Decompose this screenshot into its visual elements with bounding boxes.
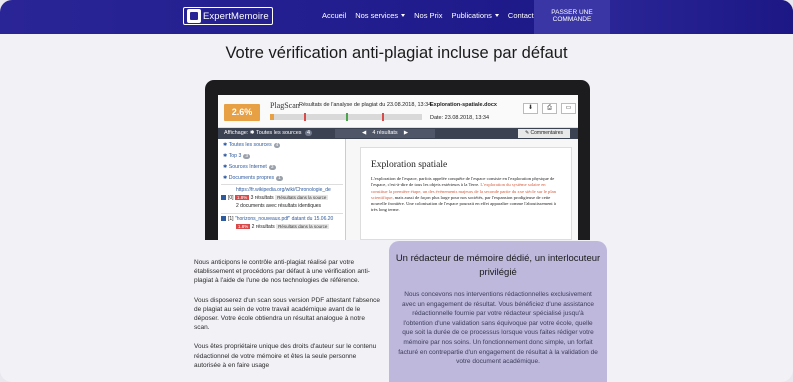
nav-contact[interactable]: Contact [508,11,534,20]
nav-publications[interactable]: Publications [451,11,499,20]
nav-services[interactable]: Nos services [355,11,406,20]
filter-value: Toutes les sources [255,130,302,136]
prev-icon[interactable]: ◀ [362,130,366,136]
top-navbar: ExpertMemoire Accueil Nos services Nos P… [0,0,793,34]
logo-text: ExpertMemoire [203,10,269,22]
plagscan-screenshot: 2.6% PlagScan Résultats de l'analyse de … [218,95,578,240]
result-row[interactable]: 1.8% 2 résultats Résultats dans la sourc… [236,224,330,230]
score-bar-fill [270,114,274,120]
result-link[interactable]: https://fr.wikipedia.org/wiki/Chronologi… [236,187,331,193]
result-extra: 2 documents avec résultats identiques [236,203,321,209]
source-own-docs[interactable]: ✱ Documents propres 1 [223,175,283,181]
display-icon[interactable]: ▭ [561,103,576,114]
source-label: Top 3 [228,153,242,159]
order-button[interactable]: PASSER UNE COMMANDE [534,0,610,34]
results-pager[interactable]: ◀ 4 résultats ▶ [335,129,435,138]
filter-count: 4 [305,130,313,136]
result-percent: 1.8% [236,224,251,229]
result-matches: 3 résultats [250,195,274,201]
page-frame: ExpertMemoire Accueil Nos services Nos P… [0,0,793,382]
source-count: 1 [276,176,283,181]
dedicated-writer-card: Un rédacteur de mémoire dédié, un interl… [389,241,607,382]
site-logo[interactable]: ExpertMemoire [183,7,273,25]
filter-prefix: Affichage: [224,130,249,136]
paragraph: Vous disposerez d'un scan sous version P… [194,296,381,332]
source-count: 3 [268,165,276,170]
document-date: Date: 23.08.2018, 13:34 [430,115,490,121]
result-link[interactable]: "horizons_nouveaux.pdf" datant du 15.06.… [235,216,333,222]
result-row[interactable]: [0] 1.8% 3 résultats Résultats dans la s… [221,195,329,201]
main-nav: Accueil Nos services Nos Prix Publicatio… [322,11,534,20]
checkbox[interactable] [221,195,226,201]
document-title: Exploration spatiale [371,160,448,170]
divider [221,184,343,185]
source-count: 3 [243,154,251,159]
paragraph: Vous êtes propriétaire unique des droits… [194,343,377,369]
document-text: , mais aussi de façon plus large pour no… [371,194,556,213]
download-icon[interactable]: ⬇ [523,103,538,114]
filter-label[interactable]: Affichage: ✱ Toutes les sources 4 [224,130,313,136]
bar-marker [382,113,384,121]
sources-panel: ✱ Toutes les sources 4 ✱ Top 33 ✱ Sources… [218,139,346,240]
nav-label: Contact [507,11,534,20]
card-body: Nous concevons nos interventions rédacti… [398,291,598,366]
print-icon[interactable]: ⎙ [542,103,557,114]
bar-marker [346,113,348,121]
filter-bar: Affichage: ✱ Toutes les sources 4 ◀ 4 ré… [218,128,578,139]
logo-icon [187,9,201,23]
result-extra-text: 2 documents avec résultats identiques [236,203,322,209]
nav-prix[interactable]: Nos Prix [414,11,442,20]
document-preview: Exploration spatiale L'exploration de l'… [360,147,572,240]
source-internet[interactable]: ✱ Sources Internet 3 [223,164,276,170]
score-bar [270,113,422,121]
result-percent: 1.8% [234,195,250,200]
page-title: Votre vérification anti-plagiat incluse … [225,44,568,62]
checkbox[interactable] [221,216,226,222]
plagiarism-score: 2.6% [224,104,260,121]
intro-text: Nous anticipons le contrôle anti-plagiat… [194,258,382,380]
chevron-down-icon [401,14,406,17]
paragraph: Nous anticipons le contrôle anti-plagiat… [194,259,370,285]
results-title: Résultats de l'analyse de plagiat du 23.… [299,102,432,108]
document-body: L'exploration de l'espace, parfois appel… [371,176,561,214]
bar-marker [304,113,306,121]
source-top3[interactable]: ✱ Top 33 [223,153,251,159]
result-badge[interactable]: Résultats dans la source [276,224,330,229]
logo-box: ExpertMemoire [183,7,273,25]
source-all[interactable]: ✱ Toutes les sources 4 [223,142,281,148]
source-label: Sources Internet [228,164,267,170]
result-row[interactable]: [1] "horizons_nouveaux.pdf" datant du 15… [221,216,333,222]
plagscan-topbar: 2.6% PlagScan Résultats de l'analyse de … [218,95,578,128]
toolbar-icons: ⬇ ⎙ ▭ [523,103,576,114]
result-url[interactable]: https://fr.wikipedia.org/wiki/Chronologi… [236,187,331,193]
source-count: 4 [273,143,281,148]
chevron-down-icon [494,14,499,17]
comments-label: Commentaires [530,130,564,136]
pager-label: 4 résultats [372,130,398,136]
nav-label: Nos Prix [414,11,443,20]
plagscan-brand: PlagScan [270,101,300,110]
next-icon[interactable]: ▶ [404,130,408,136]
comments-button[interactable]: ✎ Commentaires [518,129,570,138]
document-name: Exploration-spatiale.docx [430,102,497,108]
result-index: [0] [228,195,234,201]
nav-label: Publications [451,11,492,20]
nav-label: Nos services [355,11,399,20]
result-matches: 2 résultats [251,224,275,230]
source-label: Toutes les sources [228,142,272,148]
divider [221,213,343,214]
source-label: Documents propres [228,175,275,181]
result-index: [1] [228,216,234,222]
nav-accueil[interactable]: Accueil [322,11,346,20]
header-right-area [610,0,793,34]
nav-label: Accueil [322,11,347,20]
card-title: Un rédacteur de mémoire dédié, un interl… [395,253,601,278]
result-badge[interactable]: Résultats dans la source [275,195,329,200]
